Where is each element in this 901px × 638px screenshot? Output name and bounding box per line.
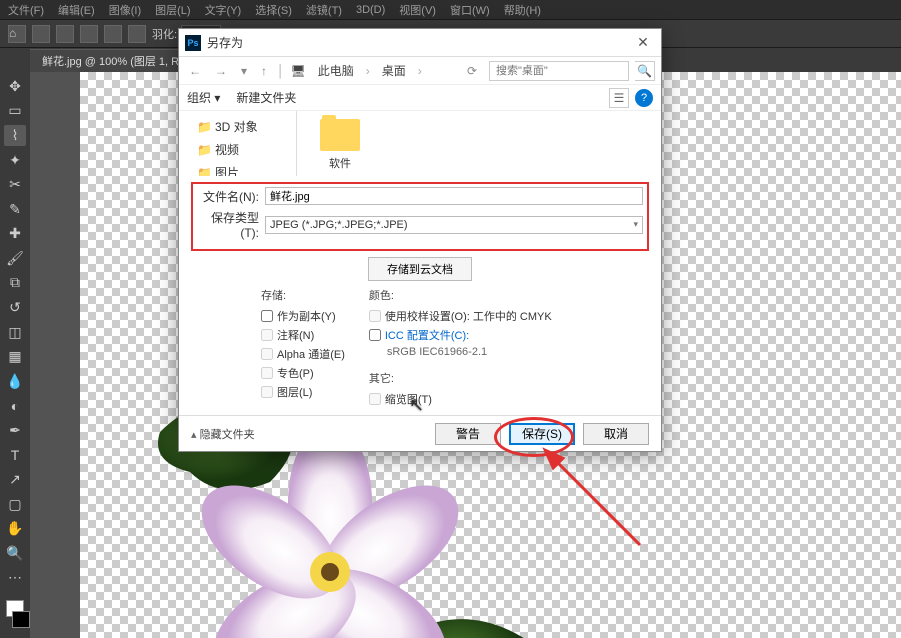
selection-mode-add-icon[interactable] — [80, 25, 98, 43]
tree-3d[interactable]: 📁3D 对象 — [179, 115, 296, 138]
tool-preset-icon[interactable] — [32, 25, 50, 43]
opt-spot[interactable]: 专色(P) — [261, 365, 345, 381]
pc-icon: 🖥 — [291, 64, 306, 78]
opt-thumb[interactable]: 缩览图(T) — [369, 391, 552, 407]
filetype-label: 保存类型(T): — [197, 209, 259, 240]
crumb-desktop[interactable]: 桌面 — [376, 60, 412, 81]
eraser-tool-icon[interactable]: ◫ — [4, 322, 26, 343]
dialog-footer: 隐藏文件夹 警告 保存(S) 取消 — [179, 415, 661, 451]
crop-tool-icon[interactable]: ✂ — [4, 174, 26, 195]
search-input[interactable] — [489, 61, 629, 81]
history-brush-icon[interactable]: ↺ — [4, 297, 26, 318]
menu-layer[interactable]: 图层(L) — [155, 2, 190, 18]
annotation-highlight-box: 文件名(N): 保存类型(T): JPEG (*.JPG;*.JPEG;*.JP… — [191, 182, 649, 251]
storage-header: 存储: — [261, 287, 345, 303]
nav-up-icon[interactable]: ↑ — [257, 64, 271, 78]
save-to-cloud-button[interactable]: 存储到云文档 — [368, 257, 472, 281]
folder-tree: 📁3D 对象 📁视频 📁图片 📁文档 📁下载 📁音乐 📁桌面 — [179, 111, 297, 176]
menu-image[interactable]: 图像(I) — [109, 2, 141, 18]
brush-tool-icon[interactable]: 🖌 — [4, 248, 26, 269]
cancel-button[interactable]: 取消 — [583, 423, 649, 445]
crumb-this-pc[interactable]: 此电脑 — [312, 60, 360, 81]
opt-notes[interactable]: 注释(N) — [261, 327, 345, 343]
help-icon[interactable]: ? — [635, 89, 653, 107]
warning-button[interactable]: 警告 — [435, 423, 501, 445]
folder-icon: 📁 — [197, 120, 211, 134]
lasso-tool-icon[interactable]: ⌇ — [4, 125, 26, 146]
move-tool-icon[interactable]: ✥ — [4, 76, 26, 97]
view-mode-icon[interactable]: ☰ — [609, 88, 629, 108]
nav-back-icon[interactable]: ← — [185, 64, 205, 78]
tree-videos[interactable]: 📁视频 — [179, 138, 296, 161]
menu-file[interactable]: 文件(F) — [8, 2, 44, 18]
path-tool-icon[interactable]: ↗ — [4, 469, 26, 490]
marquee-tool-icon[interactable]: ▭ — [4, 101, 26, 122]
new-folder-button[interactable]: 新建文件夹 — [236, 89, 296, 106]
menu-3d[interactable]: 3D(D) — [356, 4, 385, 16]
save-button[interactable]: 保存(S) — [509, 423, 575, 445]
selection-mode-subtract-icon[interactable] — [104, 25, 122, 43]
dialog-title: 另存为 — [207, 34, 631, 51]
color-header: 颜色: — [369, 287, 552, 303]
filename-label: 文件名(N): — [197, 188, 259, 205]
folder-icon: 📁 — [197, 143, 211, 157]
nav-recent-icon[interactable]: ▾ — [237, 64, 251, 78]
opt-alpha[interactable]: Alpha 通道(E) — [261, 346, 345, 362]
menu-view[interactable]: 视图(V) — [399, 2, 436, 18]
dialog-nav: ← → ▾ ↑ │ 🖥 此电脑 › 桌面 › ⟳ 🔍 — [179, 57, 661, 85]
close-icon[interactable]: ✕ — [631, 34, 655, 51]
heal-tool-icon[interactable]: ✚ — [4, 223, 26, 244]
menu-help[interactable]: 帮助(H) — [504, 2, 541, 18]
filetype-combo[interactable]: JPEG (*.JPG;*.JPEG;*.JPE) — [265, 216, 643, 234]
dialog-toolbar: 组织 ▾ 新建文件夹 ☰ ? — [179, 85, 661, 111]
feather-label: 羽化: — [152, 26, 177, 42]
menu-select[interactable]: 选择(S) — [255, 2, 292, 18]
organize-menu[interactable]: 组织 ▾ — [187, 89, 220, 106]
blur-tool-icon[interactable]: 💧 — [4, 371, 26, 392]
file-item[interactable]: 软件 — [305, 119, 375, 171]
type-tool-icon[interactable]: T — [4, 445, 26, 466]
zoom-tool-icon[interactable]: 🔍 — [4, 543, 26, 564]
menu-edit[interactable]: 编辑(E) — [58, 2, 95, 18]
pen-tool-icon[interactable]: ✒ — [4, 420, 26, 441]
shape-tool-icon[interactable]: ▢ — [4, 494, 26, 515]
opt-layers[interactable]: 图层(L) — [261, 384, 345, 400]
selection-mode-new-icon[interactable] — [56, 25, 74, 43]
menu-window[interactable]: 窗口(W) — [450, 2, 490, 18]
wand-tool-icon[interactable]: ✦ — [4, 150, 26, 171]
tool-palette: ✥ ▭ ⌇ ✦ ✂ ✎ ✚ 🖌 ⧉ ↺ ◫ ▦ 💧 ◐ ✒ T ↗ ▢ ✋ 🔍 … — [0, 72, 30, 638]
hide-folders-toggle[interactable]: 隐藏文件夹 — [191, 426, 255, 442]
opt-icc[interactable]: ICC 配置文件(C): — [369, 327, 552, 343]
dialog-titlebar[interactable]: Ps 另存为 ✕ — [179, 29, 661, 57]
background-swatch[interactable] — [12, 611, 30, 628]
save-as-dialog: Ps 另存为 ✕ ← → ▾ ↑ │ 🖥 此电脑 › 桌面 › ⟳ 🔍 组织 ▾… — [178, 28, 662, 452]
tree-pictures[interactable]: 📁图片 — [179, 161, 296, 176]
dodge-tool-icon[interactable]: ◐ — [4, 396, 26, 417]
refresh-icon[interactable]: ⟳ — [467, 64, 477, 78]
search-icon[interactable]: 🔍 — [635, 61, 655, 81]
selection-mode-intersect-icon[interactable] — [128, 25, 146, 43]
folder-icon: 📁 — [197, 166, 211, 177]
nav-fwd-icon[interactable]: → — [211, 64, 231, 78]
gradient-tool-icon[interactable]: ▦ — [4, 346, 26, 367]
folder-icon — [320, 119, 360, 151]
filename-input[interactable] — [265, 187, 643, 205]
ps-icon: Ps — [185, 35, 201, 51]
opt-proof[interactable]: 使用校样设置(O): 工作中的 CMYK — [369, 308, 552, 324]
hand-tool-icon[interactable]: ✋ — [4, 518, 26, 539]
more-tool-icon[interactable]: ⋯ — [4, 568, 26, 589]
icc-profile-name: sRGB IEC61966-2.1 — [369, 346, 552, 358]
opt-copy[interactable]: 作为副本(Y) — [261, 308, 345, 324]
app-menubar: 文件(F) 编辑(E) 图像(I) 图层(L) 文字(Y) 选择(S) 滤镜(T… — [0, 0, 901, 20]
menu-filter[interactable]: 滤镜(T) — [306, 2, 342, 18]
menu-type[interactable]: 文字(Y) — [205, 2, 242, 18]
save-options: 文件名(N): 保存类型(T): JPEG (*.JPG;*.JPEG;*.JP… — [179, 176, 661, 415]
stamp-tool-icon[interactable]: ⧉ — [4, 273, 26, 294]
eyedropper-tool-icon[interactable]: ✎ — [4, 199, 26, 220]
home-icon[interactable]: ⌂ — [8, 25, 26, 43]
file-list[interactable]: 软件 — [297, 111, 661, 176]
other-header: 其它: — [369, 370, 552, 386]
file-name: 软件 — [329, 155, 351, 171]
